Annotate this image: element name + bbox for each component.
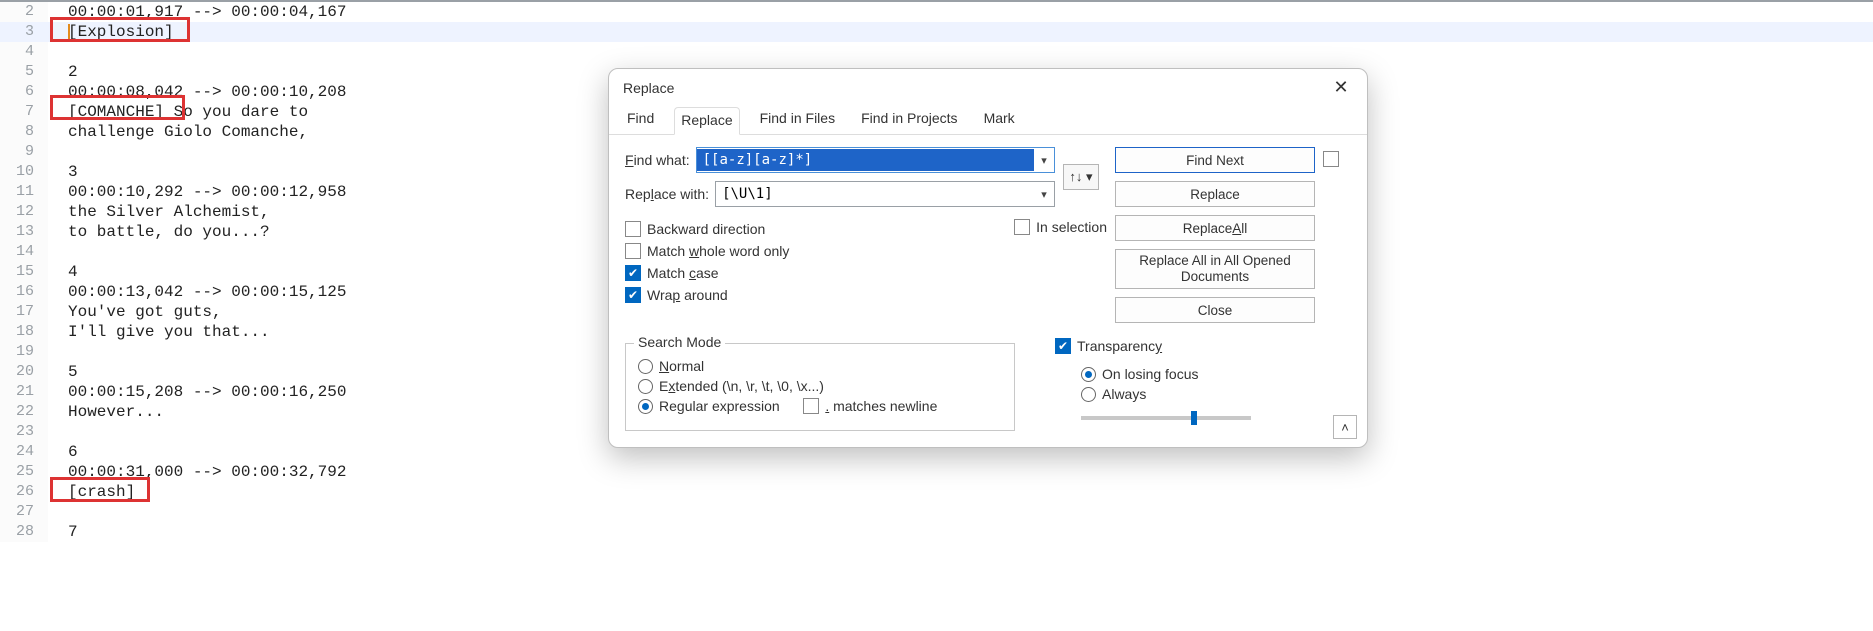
- search-mode-group: Search Mode Normal Extended (\n, \r, \t,…: [625, 343, 1015, 431]
- line-content[interactable]: 00:00:31,000 --> 00:00:32,792: [48, 462, 346, 482]
- replace-dialog: Replace ✕ Find Replace Find in Files Fin…: [608, 68, 1368, 448]
- line-number: 13: [0, 222, 48, 242]
- tab-replace[interactable]: Replace: [674, 107, 739, 135]
- editor-line[interactable]: 2500:00:31,000 --> 00:00:32,792: [0, 462, 1873, 482]
- line-content[interactable]: [48, 242, 68, 262]
- wrap-around-checkbox[interactable]: ✔Wrap around: [625, 287, 1055, 303]
- line-content[interactable]: 6: [48, 442, 78, 462]
- dot-matches-newline-label: . matches newline: [825, 398, 937, 414]
- line-number: 11: [0, 182, 48, 202]
- dialog-title: Replace: [623, 80, 674, 96]
- line-number: 17: [0, 302, 48, 322]
- backward-direction-checkbox[interactable]: Backward direction: [625, 221, 1055, 237]
- dialog-tabs: Find Replace Find in Files Find in Proje…: [609, 107, 1367, 135]
- line-number: 16: [0, 282, 48, 302]
- line-content[interactable]: [COMANCHE] So you dare to: [48, 102, 308, 122]
- line-content[interactable]: 00:00:08,042 --> 00:00:10,208: [48, 82, 346, 102]
- line-content[interactable]: [48, 342, 68, 362]
- find-next-extra-checkbox[interactable]: [1323, 151, 1339, 167]
- line-content[interactable]: to battle, do you...?: [48, 222, 270, 242]
- find-what-label: Find what:: [625, 152, 690, 168]
- line-content[interactable]: [crash]: [48, 482, 135, 502]
- line-number: 15: [0, 262, 48, 282]
- line-content[interactable]: 4: [48, 262, 78, 282]
- line-content[interactable]: challenge Giolo Comanche,: [48, 122, 308, 142]
- line-number: 12: [0, 202, 48, 222]
- line-number: 4: [0, 42, 48, 62]
- line-content[interactable]: 2: [48, 62, 78, 82]
- line-content[interactable]: [48, 142, 68, 162]
- replace-with-label: Replace with:: [625, 186, 709, 202]
- line-content[interactable]: 7: [48, 522, 78, 542]
- line-number: 2: [0, 2, 48, 22]
- line-number: 24: [0, 442, 48, 462]
- expand-button[interactable]: ˄: [1333, 415, 1357, 439]
- line-content[interactable]: [48, 42, 68, 62]
- replace-with-input[interactable]: [716, 183, 1034, 205]
- line-content[interactable]: However...: [48, 402, 164, 422]
- line-content[interactable]: I'll give you that...: [48, 322, 270, 342]
- chevron-down-icon[interactable]: ▾: [1034, 188, 1054, 201]
- chevron-down-icon[interactable]: ▾: [1034, 154, 1054, 167]
- line-number: 8: [0, 122, 48, 142]
- swap-button[interactable]: ↑↓ ▾: [1063, 164, 1099, 190]
- replace-all-button[interactable]: Replace All: [1115, 215, 1315, 241]
- transparency-checkbox[interactable]: ✔Transparency: [1055, 338, 1162, 354]
- editor-line[interactable]: 287: [0, 522, 1873, 542]
- line-content[interactable]: 00:00:13,042 --> 00:00:15,125: [48, 282, 346, 302]
- close-icon[interactable]: ✕: [1329, 76, 1353, 100]
- line-number: 10: [0, 162, 48, 182]
- transparency-always[interactable]: Always: [1081, 386, 1351, 402]
- line-number: 5: [0, 62, 48, 82]
- transparency-on-losing-focus[interactable]: On losing focus: [1081, 366, 1351, 382]
- line-content[interactable]: 00:00:01,917 --> 00:00:04,167: [48, 2, 346, 22]
- line-content[interactable]: [48, 422, 68, 442]
- close-button[interactable]: Close: [1115, 297, 1315, 323]
- line-number: 21: [0, 382, 48, 402]
- tab-find-in-files[interactable]: Find in Files: [754, 106, 841, 134]
- line-number: 25: [0, 462, 48, 482]
- line-number: 6: [0, 82, 48, 102]
- dot-matches-newline-checkbox[interactable]: [803, 398, 819, 414]
- line-content[interactable]: [48, 502, 68, 522]
- editor-line[interactable]: 26[crash]: [0, 482, 1873, 502]
- replace-button[interactable]: Replace: [1115, 181, 1315, 207]
- replace-all-opened-button[interactable]: Replace All in All Opened Documents: [1115, 249, 1315, 289]
- find-what-input[interactable]: [697, 149, 1034, 171]
- editor-line[interactable]: 3[Explosion]: [0, 22, 1873, 42]
- line-number: 23: [0, 422, 48, 442]
- line-content[interactable]: 3: [48, 162, 78, 182]
- line-number: 20: [0, 362, 48, 382]
- search-mode-normal[interactable]: Normal: [638, 358, 1002, 374]
- line-number: 18: [0, 322, 48, 342]
- whole-word-checkbox[interactable]: Match whole word only: [625, 243, 1055, 259]
- line-content[interactable]: 00:00:15,208 --> 00:00:16,250: [48, 382, 346, 402]
- line-number: 7: [0, 102, 48, 122]
- search-mode-extended[interactable]: Extended (\n, \r, \t, \0, \x...): [638, 378, 1002, 394]
- line-content[interactable]: 5: [48, 362, 78, 382]
- transparency-slider[interactable]: [1081, 416, 1251, 420]
- tab-find[interactable]: Find: [621, 106, 660, 134]
- tab-find-in-projects[interactable]: Find in Projects: [855, 106, 963, 134]
- line-number: 22: [0, 402, 48, 422]
- find-next-button[interactable]: Find Next: [1115, 147, 1315, 173]
- match-case-checkbox[interactable]: ✔Match case: [625, 265, 1055, 281]
- line-number: 3: [0, 22, 48, 42]
- search-mode-regex[interactable]: Regular expression . matches newline: [638, 398, 1002, 414]
- line-number: 9: [0, 142, 48, 162]
- line-number: 28: [0, 522, 48, 542]
- tab-mark[interactable]: Mark: [978, 106, 1021, 134]
- line-content[interactable]: the Silver Alchemist,: [48, 202, 270, 222]
- line-content[interactable]: [Explosion]: [48, 22, 174, 42]
- line-number: 26: [0, 482, 48, 502]
- line-content[interactable]: You've got guts,: [48, 302, 222, 322]
- editor-line[interactable]: 27: [0, 502, 1873, 522]
- editor-line[interactable]: 200:00:01,917 --> 00:00:04,167: [0, 2, 1873, 22]
- line-content[interactable]: 00:00:10,292 --> 00:00:12,958: [48, 182, 346, 202]
- editor-line[interactable]: 4: [0, 42, 1873, 62]
- line-number: 19: [0, 342, 48, 362]
- line-number: 14: [0, 242, 48, 262]
- line-number: 27: [0, 502, 48, 522]
